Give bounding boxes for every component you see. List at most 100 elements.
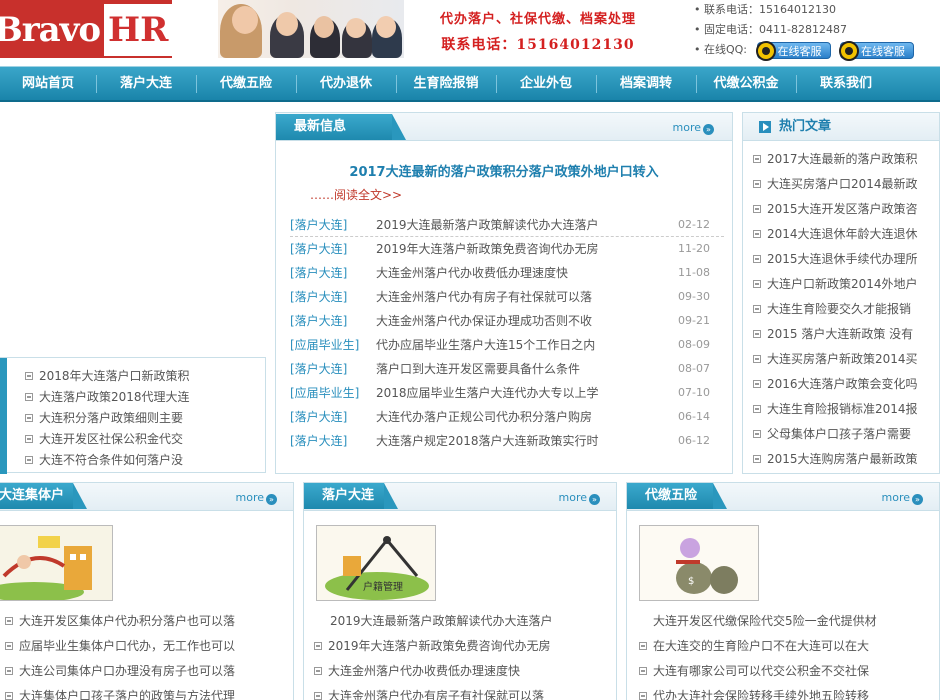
nav-item-housing-fund[interactable]: 代缴公积金 xyxy=(696,67,796,100)
news-category[interactable]: [落户大连] xyxy=(290,429,376,453)
news-category[interactable]: [落户大连] xyxy=(290,213,376,237)
news-category[interactable]: [落户大连] xyxy=(290,405,376,429)
news-row[interactable]: [应届毕业生] 代办应届毕业生落户大连15个工作日之内 08-09 xyxy=(290,333,724,357)
five-insurances-panel: 代缴五险 more» $ 大连开发区代缴保险代交5险一金代提供材 在大连交的生育… xyxy=(626,482,940,700)
list-item[interactable]: 2018年大连落户口新政策积 xyxy=(25,366,190,387)
list-item[interactable]: 2015大连购房落户最新政策 xyxy=(753,447,939,472)
nav-item-archives[interactable]: 档案调转 xyxy=(596,67,696,100)
list-item[interactable]: 2017大连最新的落户政策积 xyxy=(753,147,939,172)
news-category[interactable]: [落户大连] xyxy=(290,309,376,333)
news-category[interactable]: [落户大连] xyxy=(290,285,376,309)
list-item[interactable]: 在大连交的生育险户口不在大连可以在大 xyxy=(639,634,877,659)
left-news-list: 2018年大连落户口新政策积 大连落户政策2018代理大连 大连积分落户政策细则… xyxy=(25,366,190,471)
list-item[interactable]: 2016大连落户政策会变化吗 xyxy=(753,372,939,397)
bullet-icon xyxy=(639,642,647,650)
bullet-icon xyxy=(5,642,13,650)
bullet-icon xyxy=(314,692,322,700)
list-item[interactable]: 应届毕业生集体户口代办，无工作也可以 xyxy=(5,634,235,659)
nav-item-retirement[interactable]: 代办退休 xyxy=(296,67,396,100)
nav-item-outsourcing[interactable]: 企业外包 xyxy=(496,67,596,100)
bullet-icon xyxy=(5,617,13,625)
news-row[interactable]: [落户大连] 落户口到大连开发区需要具备什么条件 08-07 xyxy=(290,357,724,381)
settle-more-link[interactable]: more» xyxy=(559,491,600,505)
qq-service-button-1[interactable]: 在线客服 xyxy=(755,40,831,61)
contact-fixed-phone: • 固定电话：0411-82812487 xyxy=(694,23,847,36)
news-title[interactable]: 大连金州落户代办保证办理成功否则不收 xyxy=(376,314,592,328)
list-item[interactable]: 大连金州落户代办有房子有社保就可以落 xyxy=(314,684,553,700)
collective-more-link[interactable]: more» xyxy=(236,491,277,505)
list-item[interactable]: 2014大连退休年龄大连退休 xyxy=(753,222,939,247)
list-item[interactable]: 大连户口新政策2014外地户 xyxy=(753,272,939,297)
list-item[interactable]: 2015 落户大连新政策 没有 xyxy=(753,322,939,347)
list-item[interactable]: 2015大连退休手续代办理所 xyxy=(753,247,939,272)
news-title[interactable]: 大连金州落户代办有房子有社保就可以落 xyxy=(376,290,592,304)
insurance-thumbnail[interactable]: $ xyxy=(639,525,759,601)
qq-service-button-2[interactable]: 在线客服 xyxy=(839,40,915,61)
list-item[interactable]: 大连公司集体户口办理没有房子也可以落 xyxy=(5,659,235,684)
list-item[interactable]: 大连不符合条件如何落户没 xyxy=(25,450,190,471)
news-title[interactable]: 落户口到大连开发区需要具备什么条件 xyxy=(376,362,580,376)
list-item[interactable]: 大连开发区代缴保险代交5险一金代提供材 xyxy=(639,609,877,634)
settle-thumbnail[interactable]: 户籍管理 xyxy=(316,525,436,601)
money-bag-illustration: $ xyxy=(640,526,758,600)
bullet-icon xyxy=(25,393,33,401)
bullet-icon xyxy=(753,155,761,163)
news-row[interactable]: [落户大连] 大连落户规定2018落户大连新政策实行时 06-12 xyxy=(290,429,724,453)
bullet-icon xyxy=(753,205,761,213)
news-category[interactable]: [落户大连] xyxy=(290,357,376,381)
news-row[interactable]: [落户大连] 大连代办落户正规公司代办积分落户购房 06-14 xyxy=(290,405,724,429)
latest-news-panel: 最新信息 more» 2017大连最新的落户政策积分落户政策外地户口转入 ……阅… xyxy=(275,112,733,474)
site-logo[interactable]: Bravo HR xyxy=(0,0,172,58)
nav-item-settle-dalian[interactable]: 落户大连 xyxy=(96,67,196,100)
news-title[interactable]: 2019年大连落户新政策免费咨询代办无房 xyxy=(376,242,599,256)
list-item[interactable]: 代办大连社会保险转移手续外地五险转移 xyxy=(639,684,877,700)
featured-headline[interactable]: 2017大连最新的落户政策积分落户政策外地户口转入 xyxy=(276,161,732,180)
nav-item-five-insurances[interactable]: 代缴五险 xyxy=(196,67,296,100)
logo-text-hr: HR xyxy=(108,10,169,50)
nav-item-contact[interactable]: 联系我们 xyxy=(796,67,896,100)
list-item[interactable]: 父母集体户口孩子落户需要 xyxy=(753,422,939,447)
list-item[interactable]: 2015大连开发区落户政策咨 xyxy=(753,197,939,222)
list-item[interactable]: 大连开发区社保公积金代交 xyxy=(25,429,190,450)
list-item[interactable]: 大连开发区集体户代办积分落户也可以落 xyxy=(5,609,235,634)
news-row[interactable]: [落户大连] 2019大连最新落户政策解读代办大连落户 02-12 xyxy=(290,213,724,237)
news-date: 07-10 xyxy=(678,386,710,399)
news-category[interactable]: [落户大连] xyxy=(290,261,376,285)
news-title[interactable]: 大连落户规定2018落户大连新政策实行时 xyxy=(376,434,599,448)
insurance-more-link[interactable]: more» xyxy=(882,491,923,505)
list-item[interactable]: 大连落户政策2018代理大连 xyxy=(25,387,190,408)
list-item[interactable]: 大连买房落户口2014最新政 xyxy=(753,172,939,197)
news-row[interactable]: [落户大连] 大连金州落户代办保证办理成功否则不收 09-21 xyxy=(290,309,724,333)
read-more-link[interactable]: ……阅读全文>> xyxy=(310,186,402,203)
list-item[interactable]: 大连金州落户代办收费低办理速度快 xyxy=(314,659,553,684)
news-row[interactable]: [落户大连] 2019年大连落户新政策免费咨询代办无房 11-20 xyxy=(290,237,724,261)
list-item[interactable]: 2019大连最新落户政策解读代办大连落户 xyxy=(314,609,553,634)
news-category[interactable]: [应届毕业生] xyxy=(290,333,376,357)
bullet-icon xyxy=(753,330,761,338)
news-title[interactable]: 大连金州落户代办收费低办理速度快 xyxy=(376,266,568,280)
hot-articles-title: 热门文章 xyxy=(779,119,832,134)
news-title[interactable]: 大连代办落户正规公司代办积分落户购房 xyxy=(376,410,592,424)
latest-more-link[interactable]: more» xyxy=(673,121,714,135)
news-category[interactable]: [落户大连] xyxy=(290,237,376,261)
contact-qq-row: • 在线QQ: 在线客服 在线客服 xyxy=(694,40,940,61)
list-item[interactable]: 大连买房落户新政策2014买 xyxy=(753,347,939,372)
news-title[interactable]: 2018应届毕业生落户大连代办大专以上学 xyxy=(376,386,599,400)
list-item[interactable]: 大连积分落户政策细则主要 xyxy=(25,408,190,429)
news-title[interactable]: 2019大连最新落户政策解读代办大连落户 xyxy=(376,218,599,232)
nav-item-home[interactable]: 网站首页 xyxy=(0,67,96,100)
news-row[interactable]: [落户大连] 大连金州落户代办收费低办理速度快 11-08 xyxy=(290,261,724,285)
list-item[interactable]: 大连集体户口孩子落户的政策与方法代理 xyxy=(5,684,235,700)
list-item[interactable]: 2019年大连落户新政策免费咨询代办无房 xyxy=(314,634,553,659)
news-date: 11-08 xyxy=(678,266,710,279)
collective-thumbnail[interactable] xyxy=(0,525,113,601)
list-item[interactable]: 大连生育险要交久才能报销 xyxy=(753,297,939,322)
list-item[interactable]: 大连有哪家公司可以代交公积金不交社保 xyxy=(639,659,877,684)
list-item[interactable]: 大连生育险报销标准2014报 xyxy=(753,397,939,422)
left-box-tab-edge xyxy=(0,358,7,474)
news-title[interactable]: 代办应届毕业生落户大连15个工作日之内 xyxy=(376,338,595,352)
news-row[interactable]: [落户大连] 大连金州落户代办有房子有社保就可以落 09-30 xyxy=(290,285,724,309)
news-row[interactable]: [应届毕业生] 2018应届毕业生落户大连代办大专以上学 07-10 xyxy=(290,381,724,405)
nav-item-maternity[interactable]: 生育险报销 xyxy=(396,67,496,100)
news-category[interactable]: [应届毕业生] xyxy=(290,381,376,405)
